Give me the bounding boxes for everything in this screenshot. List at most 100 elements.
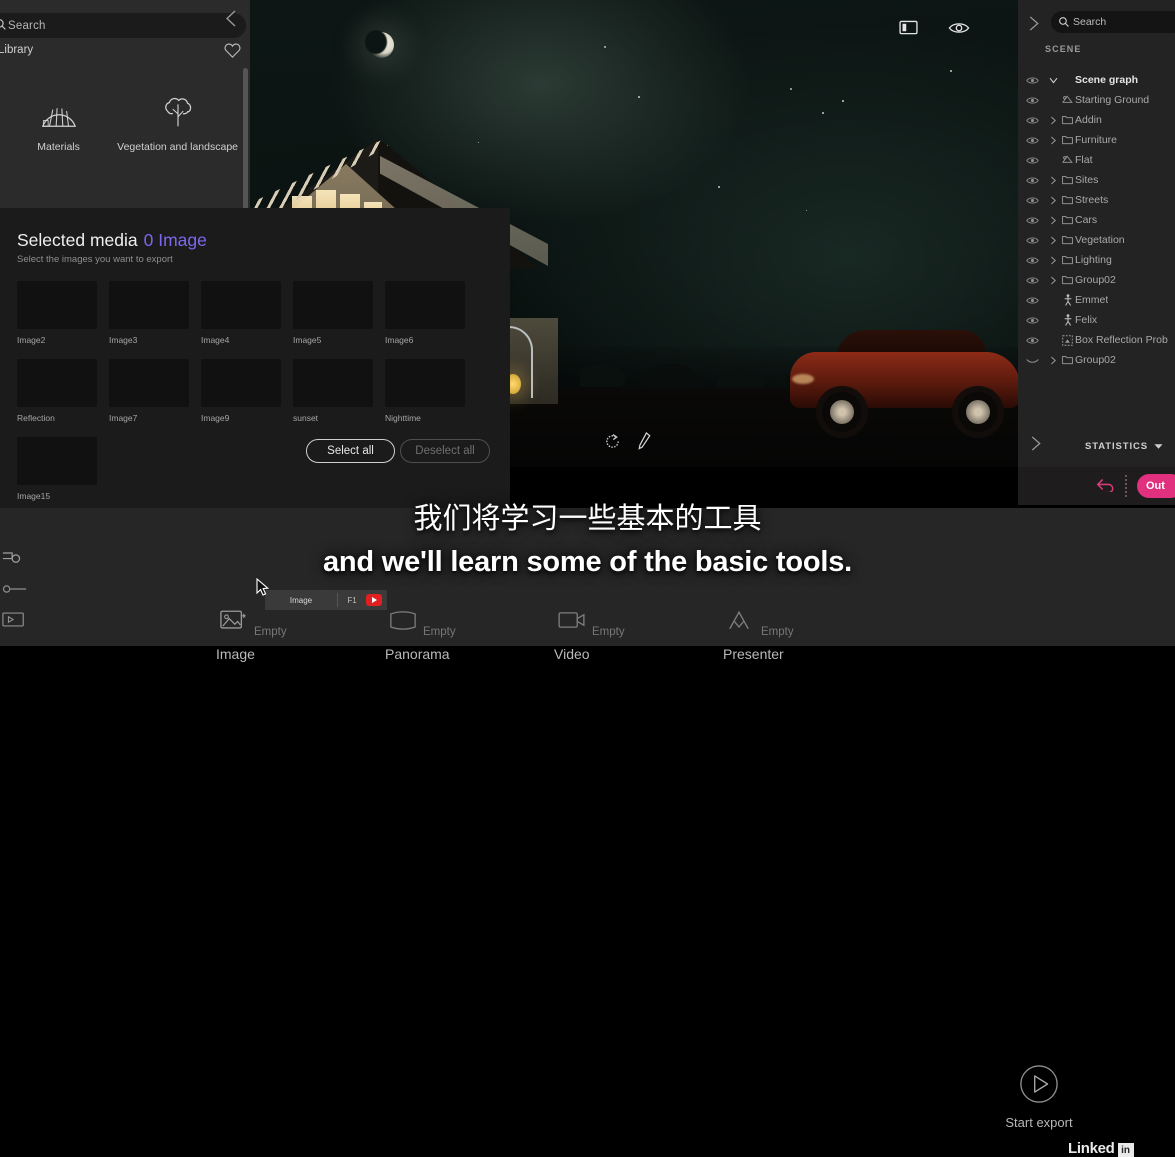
media-thumbnail[interactable]: Image7 (109, 359, 189, 423)
scene-tree-row[interactable]: Starting Ground (1018, 90, 1175, 110)
star (950, 70, 952, 72)
presentation-icon[interactable] (0, 604, 40, 634)
visibility-toggle-icon[interactable] (1018, 216, 1046, 225)
link-icon[interactable] (0, 574, 40, 604)
media-thumbnail[interactable]: sunset (293, 359, 373, 423)
scene-node-label: Furniture (1075, 134, 1118, 146)
export-tab-status: Empty (254, 626, 287, 638)
scene-node-label: Group02 (1075, 354, 1116, 366)
search-icon (1058, 15, 1070, 33)
visibility-toggle-icon[interactable] (1018, 176, 1046, 185)
node-type-icon (1060, 275, 1075, 285)
visibility-toggle-icon[interactable] (1018, 96, 1046, 105)
expand-chevron-icon[interactable] (1046, 356, 1060, 365)
export-tab-panorama[interactable]: Empty Panorama (381, 558, 550, 662)
scene-tree-row[interactable]: Emmet (1018, 290, 1175, 310)
scene-search-input[interactable]: Search (1051, 11, 1175, 33)
refresh-rotate-icon[interactable] (604, 433, 621, 455)
pen-edit-icon[interactable] (637, 431, 652, 455)
scene-tree-row[interactable]: Sites (1018, 170, 1175, 190)
expand-chevron-icon[interactable] (1046, 276, 1060, 285)
visibility-toggle-icon[interactable] (1018, 136, 1046, 145)
visibility-toggle-icon[interactable] (1018, 156, 1046, 165)
scene-tree-row[interactable]: Cars (1018, 210, 1175, 230)
expand-chevron-icon[interactable] (1046, 196, 1060, 205)
scene-section-label: SCENE (1045, 44, 1082, 54)
moon (368, 32, 394, 58)
media-thumbnail[interactable]: Nighttime (385, 359, 465, 423)
scene-tree-row[interactable]: Box Reflection Prob (1018, 330, 1175, 350)
visibility-toggle-icon[interactable] (1018, 276, 1046, 285)
media-thumbnail[interactable]: Image3 (109, 281, 189, 345)
image-export-icon (220, 610, 246, 636)
library-panel: Search Library Materials Vegetation and … (0, 0, 250, 215)
video-export-icon (558, 610, 585, 635)
scene-tree-row[interactable]: Lighting (1018, 250, 1175, 270)
favorites-heart-icon[interactable] (224, 43, 241, 64)
output-pill-button[interactable]: Out (1137, 474, 1175, 498)
star (604, 46, 606, 48)
scene-tree-row[interactable]: Felix (1018, 310, 1175, 330)
expand-chevron-icon[interactable] (1046, 77, 1060, 84)
bottom-left-icon-column (0, 544, 40, 634)
thumbnail-image (385, 359, 465, 407)
video-badge-icon[interactable] (366, 594, 382, 606)
library-collapse-button[interactable] (224, 10, 239, 32)
thumbnail-image (109, 359, 189, 407)
undo-arrow-icon[interactable] (1095, 476, 1115, 497)
measure-icon[interactable] (0, 544, 40, 574)
export-tab-presenter[interactable]: Empty Presenter (719, 558, 888, 662)
drag-handle-dots[interactable] (1125, 475, 1127, 497)
library-category-grid: Materials Vegetation and landscape (0, 95, 238, 153)
scene-tree-row[interactable]: Furniture (1018, 130, 1175, 150)
linkedin-wordmark: Linked (1068, 1140, 1115, 1157)
statistics-toggle[interactable]: STATISTICS (1085, 437, 1163, 455)
media-thumbnail[interactable]: Image9 (201, 359, 281, 423)
expand-chevron-icon[interactable] (1046, 216, 1060, 225)
expand-chevron-icon[interactable] (1046, 116, 1060, 125)
visibility-toggle-icon[interactable] (1018, 116, 1046, 125)
visibility-toggle-icon[interactable] (1018, 296, 1046, 305)
library-search-row: Search (0, 6, 250, 38)
media-thumbnail[interactable]: Image2 (17, 281, 97, 345)
visibility-toggle-icon[interactable] (1018, 316, 1046, 325)
library-category-vegetation[interactable]: Vegetation and landscape (117, 95, 238, 153)
scene-tree-row[interactable]: Flat (1018, 150, 1175, 170)
scene-tree-row[interactable]: Scene graph (1018, 70, 1175, 90)
expand-chevron-icon[interactable] (1046, 256, 1060, 265)
media-thumbnail[interactable]: Image4 (201, 281, 281, 345)
expand-chevron-icon[interactable] (1046, 236, 1060, 245)
eye-visibility-icon[interactable] (948, 21, 970, 40)
visibility-toggle-icon[interactable] (1018, 236, 1046, 245)
scene-tree-row[interactable]: Group02 (1018, 350, 1175, 370)
library-category-materials[interactable]: Materials (0, 95, 117, 153)
visibility-toggle-icon[interactable] (1018, 76, 1046, 85)
expand-chevron-icon[interactable] (1046, 136, 1060, 145)
scene-tree-row[interactable]: Streets (1018, 190, 1175, 210)
scene-node-label: Felix (1075, 314, 1098, 326)
scene-node-label: Vegetation (1075, 234, 1125, 246)
visibility-toggle-icon[interactable] (1018, 196, 1046, 205)
thumbnail-caption: Image4 (201, 335, 230, 345)
visibility-toggle-icon[interactable] (1018, 356, 1046, 365)
node-type-icon (1060, 355, 1075, 365)
statistics-expand-icon[interactable] (1030, 436, 1042, 456)
library-search-input[interactable]: Search (0, 13, 246, 38)
visibility-toggle-icon[interactable] (1018, 336, 1046, 345)
visibility-toggle-icon[interactable] (1018, 256, 1046, 265)
media-thumbnail[interactable]: Image15 (17, 437, 97, 501)
library-scrollbar[interactable] (243, 68, 248, 210)
node-type-icon (1060, 255, 1075, 265)
media-thumbnail[interactable]: Image5 (293, 281, 373, 345)
media-thumbnail[interactable]: Reflection (17, 359, 97, 423)
scene-expand-button[interactable] (1028, 16, 1040, 36)
scene-tree-row[interactable]: Group02 (1018, 270, 1175, 290)
media-thumbnail[interactable]: Image6 (385, 281, 465, 345)
start-export-button[interactable]: Start export (985, 1064, 1093, 1130)
expand-chevron-icon[interactable] (1046, 176, 1060, 185)
panel-layout-icon[interactable] (899, 20, 918, 40)
scene-tree-row[interactable]: Addin (1018, 110, 1175, 130)
export-tab-video[interactable]: Empty Video (550, 558, 719, 662)
scene-tree-row[interactable]: Vegetation (1018, 230, 1175, 250)
materials-fan-icon (39, 95, 79, 134)
